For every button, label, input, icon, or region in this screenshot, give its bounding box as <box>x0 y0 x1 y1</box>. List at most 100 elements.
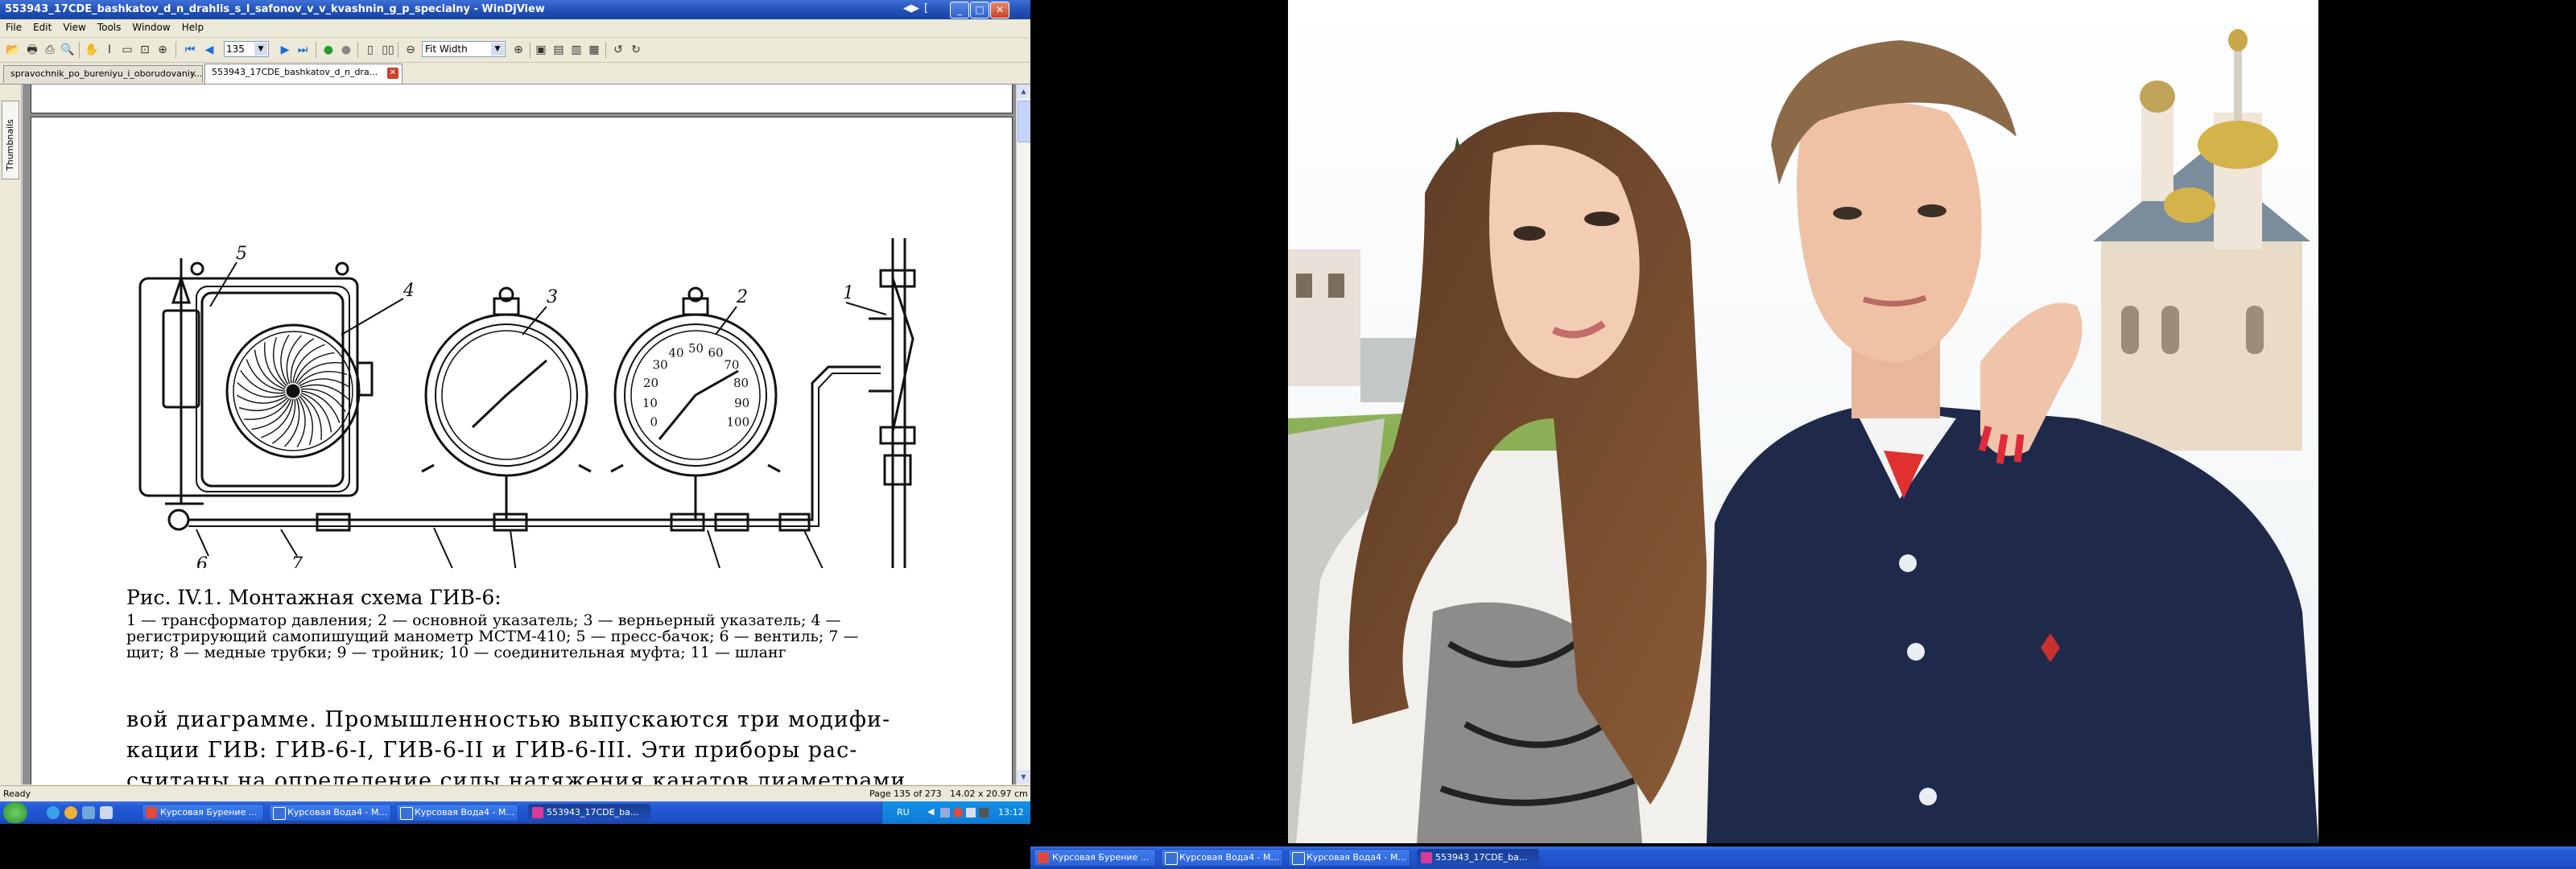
gauge-scale-label: 100 <box>727 414 750 429</box>
hand-tool-icon[interactable]: ✋ <box>84 42 100 58</box>
taskbar-item-kursovaya-voda-1[interactable]: Курсовая Вода4 - М... <box>269 804 391 822</box>
select-text-icon[interactable]: I <box>101 42 118 58</box>
find-icon[interactable]: 🔍 <box>60 42 76 58</box>
taskbar-item-kursovaya-voda-2[interactable]: Курсовая Вода4 - М... <box>1288 849 1410 867</box>
go-forward-icon[interactable]: ● <box>338 42 354 58</box>
desktop-icon[interactable] <box>82 806 95 819</box>
volume-icon[interactable] <box>966 808 976 818</box>
menu-tools[interactable]: Tools <box>92 19 127 35</box>
monitor-left: 553943_17CDE_bashkatov_d_n_drahlis_s_l_s… <box>0 0 1031 869</box>
print-icon[interactable]: 🖶 <box>24 42 40 58</box>
taskbar-item-kursovaya-burenie[interactable]: Курсовая Бурение ... <box>142 804 264 822</box>
taskbar-item-label: Курсовая Бурение ... <box>160 807 258 818</box>
select-rect-icon[interactable]: ▭ <box>119 42 135 58</box>
menu-help[interactable]: Help <box>176 19 209 35</box>
body-line: вой диаграмме. Промышленностью выпускают… <box>126 707 891 732</box>
chevron-down-icon[interactable]: ▼ <box>254 43 267 56</box>
figure-number: 4 <box>402 281 415 301</box>
ie-icon[interactable] <box>47 806 60 819</box>
print-preview-icon[interactable]: ⎙ <box>42 42 58 58</box>
open-icon[interactable]: 📂 <box>5 42 21 58</box>
djvu-icon <box>1421 852 1432 863</box>
taskbar-item-windjview[interactable]: 553943_17CDE_ba... <box>1417 849 1539 867</box>
taskbar-item-kursovaya-voda-1[interactable]: Курсовая Вода4 - М... <box>1161 849 1283 867</box>
taskbar-item-label: Курсовая Вода4 - М... <box>1307 852 1406 863</box>
windjview-window: 553943_17CDE_bashkatov_d_n_drahlis_s_l_s… <box>0 0 1031 824</box>
single-page-icon[interactable]: ▯ <box>362 42 378 58</box>
thumbnails-tab[interactable]: Thumbnails <box>2 101 19 179</box>
display-color-icon[interactable]: ▣ <box>533 42 549 58</box>
prev-page-icon[interactable]: ◀ <box>201 42 217 58</box>
zoom-value: Fit Width <box>425 43 468 55</box>
word-icon <box>1165 852 1178 865</box>
gauge-scale-label: 10 <box>642 396 658 410</box>
antivirus-icon[interactable] <box>953 808 963 818</box>
rotate-right-icon[interactable]: ↻ <box>628 42 644 58</box>
chrome-icon[interactable] <box>64 806 77 819</box>
go-back-icon[interactable]: ● <box>320 42 336 58</box>
tray-arrow-icon[interactable]: ◀ <box>927 806 934 817</box>
first-page-icon[interactable]: ⏮ <box>182 42 198 58</box>
zoom-select[interactable]: Fit Width ▼ <box>422 41 506 57</box>
maximize-button[interactable]: □ <box>970 2 989 19</box>
close-button[interactable]: ✕ <box>990 2 1009 19</box>
next-page-icon[interactable]: ▶ <box>277 42 293 58</box>
monitor-right: Курсовая Бурение ... Курсовая Вода4 - М.… <box>1030 0 2576 869</box>
taskbar-item-label: Курсовая Вода4 - М... <box>1179 852 1279 863</box>
taskbar-item-kursovaya-voda-2[interactable]: Курсовая Вода4 - М... <box>396 804 518 822</box>
legend-line: регистрирующий самопишущий манометр МСТМ… <box>126 628 859 645</box>
facing-pages-icon[interactable]: ▯▯ <box>380 42 396 58</box>
magnify-icon[interactable]: ⊕ <box>155 42 171 58</box>
close-icon[interactable]: ✕ <box>387 68 398 79</box>
menu-window[interactable]: Window <box>126 19 175 35</box>
explorer-icon[interactable] <box>100 806 113 819</box>
power-icon[interactable] <box>979 808 989 818</box>
last-page-icon[interactable]: ⏭ <box>295 42 311 58</box>
figure-number: 2 <box>736 287 748 307</box>
couple-photo <box>1288 0 2318 843</box>
zoom-out-icon[interactable]: ⊖ <box>402 42 419 58</box>
body-line: кации ГИВ: ГИВ-6-I, ГИВ-6-II и ГИВ-6-III… <box>126 738 858 763</box>
scroll-down-icon[interactable]: ▼ <box>1017 770 1030 784</box>
rotate-left-icon[interactable]: ↺ <box>610 42 626 58</box>
zoom-rect-icon[interactable]: ⊡ <box>137 42 153 58</box>
clock[interactable]: 13:12 <box>998 807 1024 818</box>
figure-number: 3 <box>547 287 558 307</box>
status-page: Page 135 of 273 <box>869 789 942 799</box>
window-title: 553943_17CDE_bashkatov_d_n_drahlis_s_l_s… <box>5 3 545 15</box>
scroll-thumb[interactable] <box>1018 101 1031 142</box>
gauge-scale-label: 40 <box>669 345 684 360</box>
language-indicator[interactable]: RU <box>897 807 910 818</box>
scroll-up-icon[interactable]: ▲ <box>1017 84 1030 98</box>
menu-file[interactable]: File <box>0 19 27 35</box>
tab-current-document[interactable]: 553943_17CDE_bashkatov_d_n_dra... ✕ <box>204 64 402 84</box>
minimize-button[interactable]: _ <box>950 2 969 19</box>
network-icon[interactable] <box>940 808 950 818</box>
zoom-in-icon[interactable]: ⊕ <box>510 42 526 58</box>
gauge-scale-label: 0 <box>650 414 658 429</box>
close-icon[interactable]: ✕ <box>188 69 199 80</box>
menu-view[interactable]: View <box>57 19 91 35</box>
taskbar-right: Курсовая Бурение ... Курсовая Вода4 - М.… <box>1030 846 2576 869</box>
taskbar-item-kursovaya-burenie[interactable]: Курсовая Бурение ... <box>1034 849 1156 867</box>
back-forward-icon[interactable]: ◀▶ <box>903 2 919 14</box>
taskbar-item-windjview[interactable]: 553943_17CDE_ba... <box>528 804 650 822</box>
display-fg-icon[interactable]: ▥ <box>568 42 584 58</box>
tab-spravochnik[interactable]: spravochnik_po_bureniyu_i_oborudovaniy..… <box>3 65 203 83</box>
taskbar-item-label: 553943_17CDE_ba... <box>547 807 639 818</box>
menu-edit[interactable]: Edit <box>27 19 57 35</box>
mode-bracket-icon[interactable]: [ <box>924 2 928 14</box>
start-button[interactable] <box>3 802 27 823</box>
display-mask-icon[interactable]: ▤ <box>551 42 567 58</box>
display-bg-icon[interactable]: ▦ <box>586 42 602 58</box>
title-bar[interactable]: 553943_17CDE_bashkatov_d_n_drahlis_s_l_s… <box>0 0 1030 19</box>
document-view[interactable]: 0102030405060708090100 1 2 3 4 5 6 7 8 9… <box>23 84 1016 785</box>
djvu-icon <box>532 807 543 818</box>
taskbar-item-label: Курсовая Вода4 - М... <box>415 807 514 818</box>
chevron-down-icon[interactable]: ▼ <box>491 43 504 56</box>
figure-number: 6 <box>196 554 208 568</box>
page-number-input[interactable]: 135 ▼ <box>224 41 269 57</box>
document-tab-bar: spravochnik_po_bureniyu_i_oborudovaniy..… <box>0 63 1030 84</box>
menu-bar: File Edit View Tools Window Help <box>0 19 1030 38</box>
vertical-scrollbar[interactable]: ▲ ▼ <box>1016 84 1031 785</box>
